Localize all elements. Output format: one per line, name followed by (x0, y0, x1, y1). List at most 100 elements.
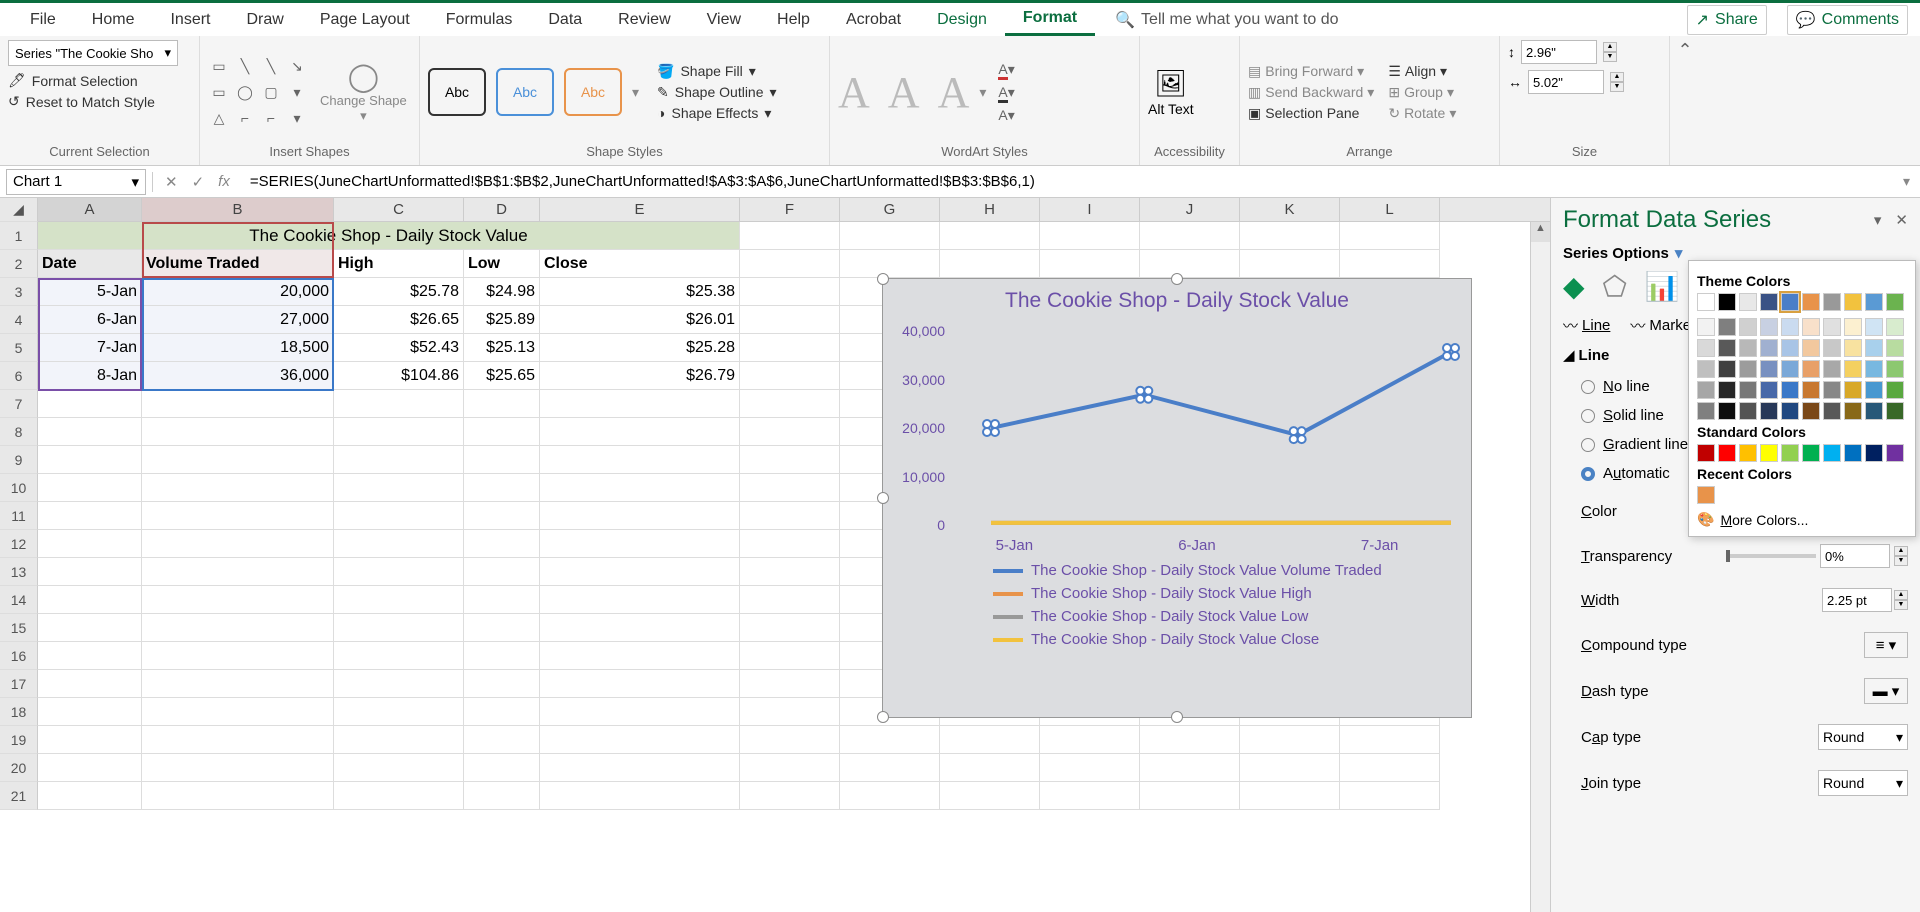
shape-more2-icon[interactable]: ▾ (286, 107, 308, 129)
col-header-F[interactable]: F (740, 198, 840, 221)
cell-title[interactable]: The Cookie Shop - Daily Stock Value (38, 222, 740, 250)
color-swatch[interactable] (1781, 360, 1799, 378)
col-header-I[interactable]: I (1040, 198, 1140, 221)
cell[interactable] (540, 614, 740, 642)
color-swatch[interactable] (1886, 339, 1904, 357)
color-swatch[interactable] (1865, 293, 1883, 311)
fx-icon[interactable]: fx (218, 173, 230, 190)
color-swatch[interactable] (1844, 318, 1862, 336)
row-header[interactable]: 12 (0, 530, 38, 558)
color-swatch[interactable] (1844, 360, 1862, 378)
cell[interactable] (540, 390, 740, 418)
shape-arrow-icon[interactable]: ↘ (286, 55, 308, 77)
row-header[interactable]: 17 (0, 670, 38, 698)
cell[interactable] (464, 586, 540, 614)
cell[interactable] (38, 474, 142, 502)
row-header[interactable]: 15 (0, 614, 38, 642)
cell[interactable]: 6-Jan (38, 306, 142, 334)
cell[interactable]: $26.79 (540, 362, 740, 390)
cell[interactable] (740, 726, 840, 754)
col-header-J[interactable]: J (1140, 198, 1240, 221)
color-swatch[interactable] (1802, 402, 1820, 420)
row-header[interactable]: 3 (0, 278, 38, 306)
color-swatch[interactable] (1844, 381, 1862, 399)
cell[interactable] (1240, 754, 1340, 782)
cell[interactable] (1340, 782, 1440, 810)
cell[interactable] (142, 418, 334, 446)
shape-gallery[interactable]: ▭ ╲ ╲ ↘ ▭ ◯ ▢ ▾ △ ⌐ ⌐ ▾ (208, 55, 308, 129)
row-header[interactable]: 20 (0, 754, 38, 782)
col-header-B[interactable]: B (142, 198, 334, 221)
height-up[interactable]: ▲ (1603, 42, 1617, 52)
cell[interactable] (840, 782, 940, 810)
color-swatch[interactable] (1823, 444, 1841, 462)
color-swatch[interactable] (1697, 444, 1715, 462)
shape-l-icon[interactable]: ⌐ (234, 107, 256, 129)
text-outline-button[interactable]: A▾ (998, 84, 1014, 101)
cell[interactable] (142, 698, 334, 726)
cell[interactable] (1140, 250, 1240, 278)
chart-handle[interactable] (877, 273, 889, 285)
style-abc-2[interactable]: Abc (496, 68, 554, 116)
cell[interactable]: 36,000 (142, 362, 334, 390)
group-button[interactable]: ⊞Group▾ (1388, 84, 1456, 101)
cell[interactable] (540, 698, 740, 726)
cell[interactable] (740, 278, 840, 306)
cell[interactable] (38, 726, 142, 754)
cell[interactable]: $25.89 (464, 306, 540, 334)
color-swatch[interactable] (1823, 318, 1841, 336)
wordart-a2[interactable]: A (888, 67, 920, 118)
cell[interactable] (334, 698, 464, 726)
cell[interactable] (740, 642, 840, 670)
cell[interactable] (940, 250, 1040, 278)
cell[interactable] (464, 614, 540, 642)
alt-text-button[interactable]: 🖼 Alt Text (1148, 68, 1194, 117)
chart-handle[interactable] (877, 711, 889, 723)
series-tab-icon[interactable]: 📊 (1645, 270, 1680, 303)
menu-page-layout[interactable]: Page Layout (302, 3, 428, 36)
text-effects-button[interactable]: A▾ (998, 107, 1014, 124)
cell[interactable] (540, 446, 740, 474)
chart-handle[interactable] (1171, 711, 1183, 723)
cell[interactable] (540, 586, 740, 614)
menu-view[interactable]: View (689, 3, 759, 36)
cell[interactable] (940, 726, 1040, 754)
color-swatch[interactable] (1718, 402, 1736, 420)
cell[interactable] (38, 698, 142, 726)
width-down2[interactable]: ▼ (1894, 600, 1908, 610)
cell[interactable] (1340, 250, 1440, 278)
row-header[interactable]: 6 (0, 362, 38, 390)
cell[interactable] (142, 502, 334, 530)
cell[interactable]: $24.98 (464, 278, 540, 306)
color-swatch[interactable] (1886, 402, 1904, 420)
transp-down[interactable]: ▼ (1894, 556, 1908, 566)
cell[interactable] (464, 418, 540, 446)
width-down[interactable]: ▼ (1610, 82, 1624, 92)
menu-file[interactable]: File (12, 3, 74, 36)
color-swatch[interactable] (1823, 339, 1841, 357)
fill-line-tab-icon[interactable]: ◆ (1563, 270, 1585, 303)
cell[interactable] (464, 446, 540, 474)
chart-lines[interactable] (951, 323, 1471, 533)
height-field[interactable]: ↕ ▲▼ (1508, 40, 1661, 64)
color-swatch[interactable] (1802, 293, 1820, 311)
cell[interactable] (38, 642, 142, 670)
cell[interactable] (1040, 222, 1140, 250)
color-swatch[interactable] (1718, 444, 1736, 462)
color-swatch[interactable] (1781, 444, 1799, 462)
color-swatch[interactable] (1760, 360, 1778, 378)
cell[interactable] (334, 614, 464, 642)
cell[interactable] (38, 754, 142, 782)
shape-style-gallery[interactable]: Abc Abc Abc (428, 68, 622, 116)
row-header-1[interactable]: 1 (0, 222, 38, 250)
shape-rrect-icon[interactable]: ▢ (260, 81, 282, 103)
color-swatch[interactable] (1781, 339, 1799, 357)
cell[interactable] (142, 782, 334, 810)
comments-button[interactable]: 💬 Comments (1787, 5, 1908, 35)
shape-effects-button[interactable]: ◑Shape Effects▾ (657, 105, 777, 122)
transparency-input[interactable] (1820, 544, 1890, 568)
cell[interactable]: $25.38 (540, 278, 740, 306)
chart-handle[interactable] (877, 492, 889, 504)
cell[interactable] (740, 418, 840, 446)
cell[interactable] (1240, 222, 1340, 250)
